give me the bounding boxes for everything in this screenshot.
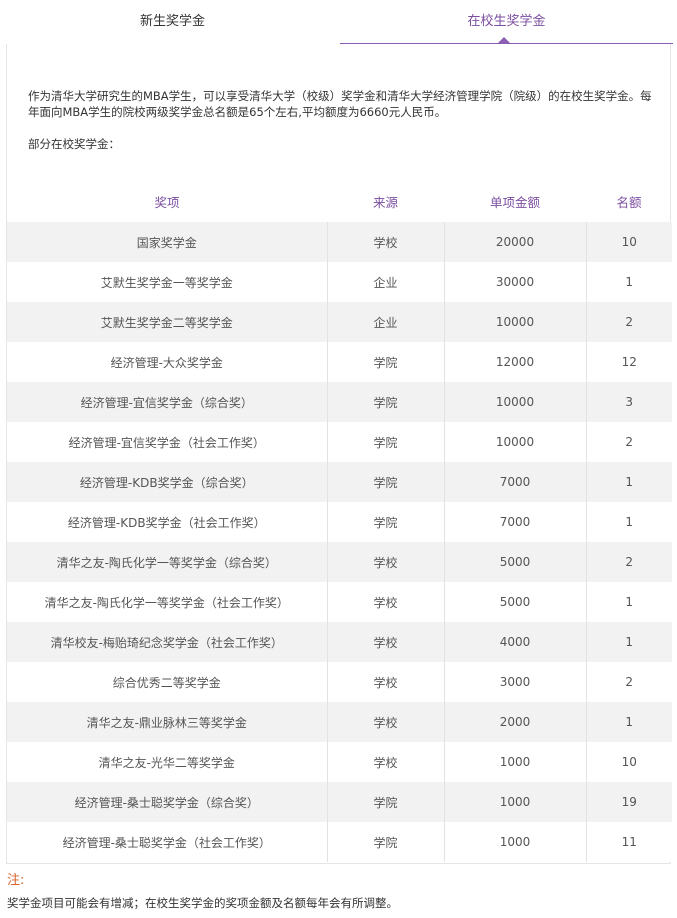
source-cell: 学院	[326, 422, 444, 462]
source-cell: 企业	[326, 262, 444, 302]
source-cell: 学校	[326, 582, 444, 622]
amount-cell: 7000	[443, 502, 586, 542]
amount-cell: 4000	[443, 622, 586, 662]
table-row: 清华校友-梅贻琦纪念奖学金（社会工作奖） 学校 4000 1	[7, 622, 672, 662]
amount-cell: 10000	[443, 422, 586, 462]
table-row: 艾默生奖学金二等奖学金 企业 10000 2	[7, 302, 672, 342]
quota-cell: 10	[585, 742, 672, 782]
quota-cell: 2	[585, 422, 672, 462]
quota-cell: 2	[585, 662, 672, 702]
header-quota: 名额	[616, 194, 642, 210]
award-name-cell: 综合优秀二等奖学金	[7, 662, 327, 702]
source-cell: 学院	[326, 382, 444, 422]
amount-cell: 3000	[443, 662, 586, 702]
source-cell: 学院	[326, 782, 444, 822]
scholarship-panel: 作为清华大学研究生的MBA学生，可以享受清华大学（校级）奖学金和清华大学经济管理…	[6, 44, 672, 864]
award-name-cell: 经济管理-桑士聪奖学金（综合奖）	[7, 782, 327, 822]
award-name-cell: 国家奖学金	[7, 222, 327, 262]
award-name-cell: 经济管理-宜信奖学金（综合奖）	[7, 382, 327, 422]
quota-cell: 12	[585, 342, 672, 382]
award-name-cell: 经济管理-KDB奖学金（综合奖）	[7, 462, 327, 502]
section-label: 部分在校奖学金：	[28, 137, 120, 151]
source-cell: 企业	[326, 302, 444, 342]
quota-cell: 10	[585, 222, 672, 262]
header-award: 奖项	[154, 194, 180, 210]
quota-cell: 1	[585, 462, 672, 502]
source-cell: 学校	[326, 222, 444, 262]
award-name-cell: 清华校友-梅贻琦纪念奖学金（社会工作奖）	[7, 622, 327, 662]
amount-cell: 12000	[443, 342, 586, 382]
source-cell: 学院	[326, 342, 444, 382]
header-source: 来源	[372, 194, 398, 210]
amount-cell: 30000	[443, 262, 586, 302]
table-row: 艾默生奖学金一等奖学金 企业 30000 1	[7, 262, 672, 302]
table-row: 经济管理-桑士聪奖学金（社会工作奖） 学院 1000 11	[7, 822, 672, 862]
amount-cell: 10000	[443, 302, 586, 342]
amount-cell: 20000	[443, 222, 586, 262]
amount-cell: 1000	[443, 782, 586, 822]
table-row: 经济管理-宜信奖学金（综合奖） 学院 10000 3	[7, 382, 672, 422]
source-cell: 学校	[326, 622, 444, 662]
award-name-cell: 艾默生奖学金二等奖学金	[7, 302, 327, 342]
source-cell: 学院	[326, 462, 444, 502]
quota-cell: 1	[585, 582, 672, 622]
source-cell: 学院	[326, 822, 444, 862]
tab-bar: 新生奖学金 在校生奖学金	[0, 0, 677, 44]
source-cell: 学校	[326, 702, 444, 742]
table-row: 经济管理-KDB奖学金（社会工作奖） 学院 7000 1	[7, 502, 672, 542]
award-name-cell: 清华之友-陶氏化学一等奖学金（综合奖）	[7, 542, 327, 582]
quota-cell: 19	[585, 782, 672, 822]
quota-cell: 1	[585, 622, 672, 662]
award-name-cell: 经济管理-宜信奖学金（社会工作奖）	[7, 422, 327, 462]
award-name-cell: 经济管理-大众奖学金	[7, 342, 327, 382]
note-title: 注:	[7, 873, 25, 888]
intro-text: 作为清华大学研究生的MBA学生，可以享受清华大学（校级）奖学金和清华大学经济管理…	[28, 89, 652, 119]
quota-cell: 3	[585, 382, 672, 422]
table-row: 经济管理-宜信奖学金（社会工作奖） 学院 10000 2	[7, 422, 672, 462]
quota-cell: 1	[585, 262, 672, 302]
amount-cell: 5000	[443, 542, 586, 582]
amount-cell: 10000	[443, 382, 586, 422]
table-row: 清华之友-鼎业脉林三等奖学金 学校 2000 1	[7, 702, 672, 742]
source-cell: 学校	[326, 662, 444, 702]
quota-cell: 2	[585, 542, 672, 582]
award-name-cell: 清华之友-陶氏化学一等奖学金（社会工作奖）	[7, 582, 327, 622]
table-row: 清华之友-陶氏化学一等奖学金（社会工作奖） 学校 5000 1	[7, 582, 672, 622]
quota-cell: 1	[585, 502, 672, 542]
source-cell: 学校	[326, 542, 444, 582]
scholarship-table: 奖项 来源 单项金额 名额 国家奖学金 学校 20000 10 艾默生奖学金一等奖学金企…	[7, 180, 672, 862]
active-tab-caret-icon	[498, 37, 510, 43]
amount-cell: 1000	[443, 742, 586, 782]
table-row: 综合优秀二等奖学金 学校 3000 2	[7, 662, 672, 702]
note-text: 奖学金项目可能会有增减；在校生奖学金的奖项金额及名额每年会有所调整。	[7, 896, 398, 910]
award-name-cell: 艾默生奖学金一等奖学金	[7, 262, 327, 302]
award-name-cell: 经济管理-KDB奖学金（社会工作奖）	[7, 502, 327, 542]
award-name-cell: 清华之友-鼎业脉林三等奖学金	[7, 702, 327, 742]
source-cell: 学校	[326, 742, 444, 782]
amount-cell: 5000	[443, 582, 586, 622]
tab-new-student-scholarship[interactable]: 新生奖学金	[6, 0, 339, 44]
award-name-cell: 经济管理-桑士聪奖学金（社会工作奖）	[7, 822, 327, 862]
table-header-row: 奖项 来源 单项金额 名额	[7, 180, 672, 222]
table-row: 清华之友-陶氏化学一等奖学金（综合奖） 学校 5000 2	[7, 542, 672, 582]
quota-cell: 1	[585, 702, 672, 742]
source-cell: 学院	[326, 502, 444, 542]
quota-cell: 2	[585, 302, 672, 342]
table-row: 经济管理-桑士聪奖学金（综合奖） 学院 1000 19	[7, 782, 672, 822]
table-row: 经济管理-大众奖学金 学院 12000 12	[7, 342, 672, 382]
table-row: 国家奖学金 学校 20000 10	[7, 222, 672, 262]
header-amount: 单项金额	[489, 194, 540, 210]
table-body: 国家奖学金 学校 20000 10 艾默生奖学金一等奖学金 企业 30000 1 艾默生奖学金二…	[7, 222, 672, 862]
table-row: 经济管理-KDB奖学金（综合奖） 学院 7000 1	[7, 462, 672, 502]
amount-cell: 2000	[443, 702, 586, 742]
award-name-cell: 清华之友-光华二等奖学金	[7, 742, 327, 782]
amount-cell: 7000	[443, 462, 586, 502]
amount-cell: 1000	[443, 822, 586, 862]
quota-cell: 11	[585, 822, 672, 862]
table-row: 清华之友-光华二等奖学金 学校 1000 10	[7, 742, 672, 782]
